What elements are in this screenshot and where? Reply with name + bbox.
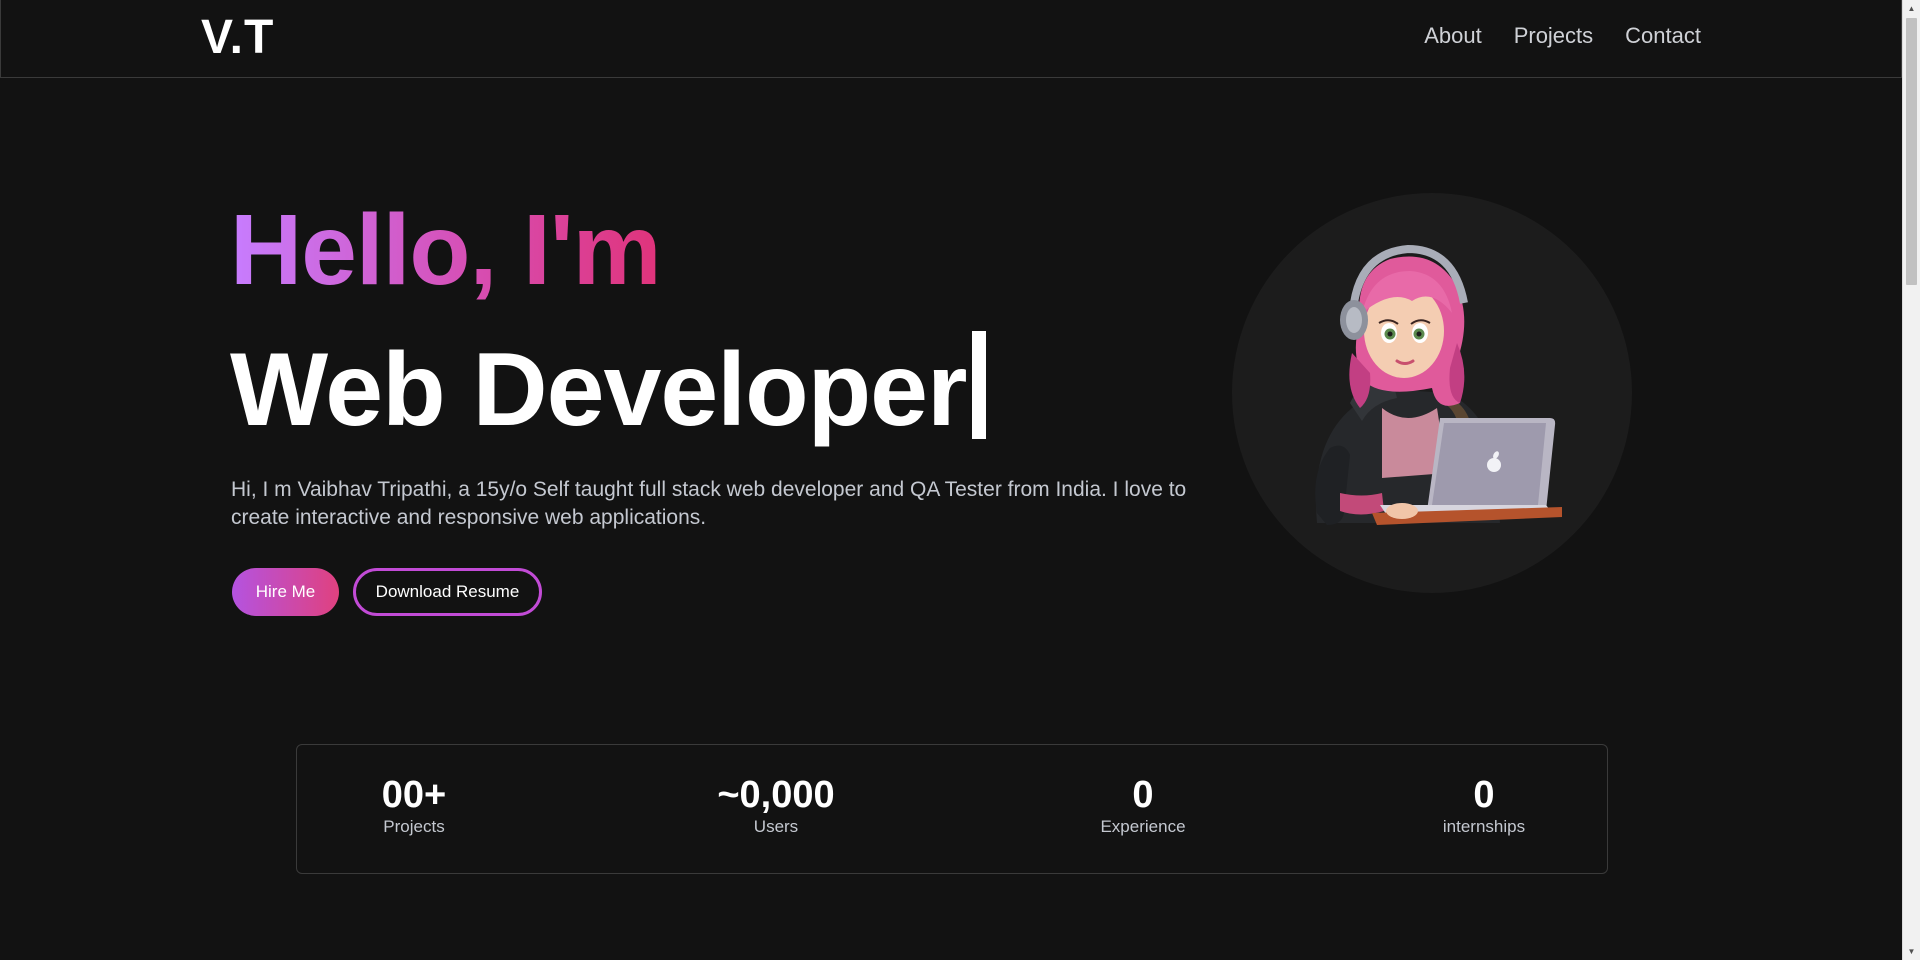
site-logo[interactable]: V.T [201,10,274,65]
page-scrollbar[interactable]: ▲ ▼ [1902,0,1920,960]
nav-link-contact[interactable]: Contact [1625,23,1701,49]
typing-cursor [972,331,987,439]
hero-intro: Hi, I m Vaibhav Tripathi, a 15y/o Self t… [231,478,1187,529]
stat-internships: 0 internships [1443,775,1525,838]
stat-experience: 0 Experience [1100,775,1185,838]
stat-value: 0 [1473,774,1495,816]
stat-value: ~0,000 [717,774,835,816]
stat-label: Experience [1100,817,1186,836]
stat-value: 0 [1132,774,1154,816]
hero-greeting: Hello, I'm [230,190,662,310]
developer-avatar-icon [1315,244,1562,525]
nav-link-projects[interactable]: Projects [1514,23,1593,49]
page: V.T About Projects Contact Hello, I'm We… [0,0,1920,960]
scrollbar-thumb[interactable] [1906,18,1917,285]
stat-projects: 00+ Projects [382,775,446,838]
nav-links: About Projects Contact [1424,23,1701,49]
stat-users: ~0,000 Users [717,775,834,838]
hire-me-button[interactable]: Hire Me [232,568,339,616]
stat-label: Users [753,817,799,836]
hero-role-text: Web Developer [230,332,967,448]
nav-link-about[interactable]: About [1424,23,1482,49]
stat-label: internships [1442,817,1526,836]
stat-label: Projects [383,817,445,836]
hero-role: Web Developer [230,330,987,450]
stats-panel: 00+ Projects ~0,000 Users 0 Experience 0… [296,744,1608,874]
scroll-up-arrow-icon[interactable]: ▲ [1903,0,1920,17]
scroll-down-arrow-icon[interactable]: ▼ [1903,943,1920,960]
stat-value: 00+ [381,774,447,816]
download-resume-button[interactable]: Download Resume [353,568,542,616]
navbar: V.T About Projects Contact [0,0,1902,78]
